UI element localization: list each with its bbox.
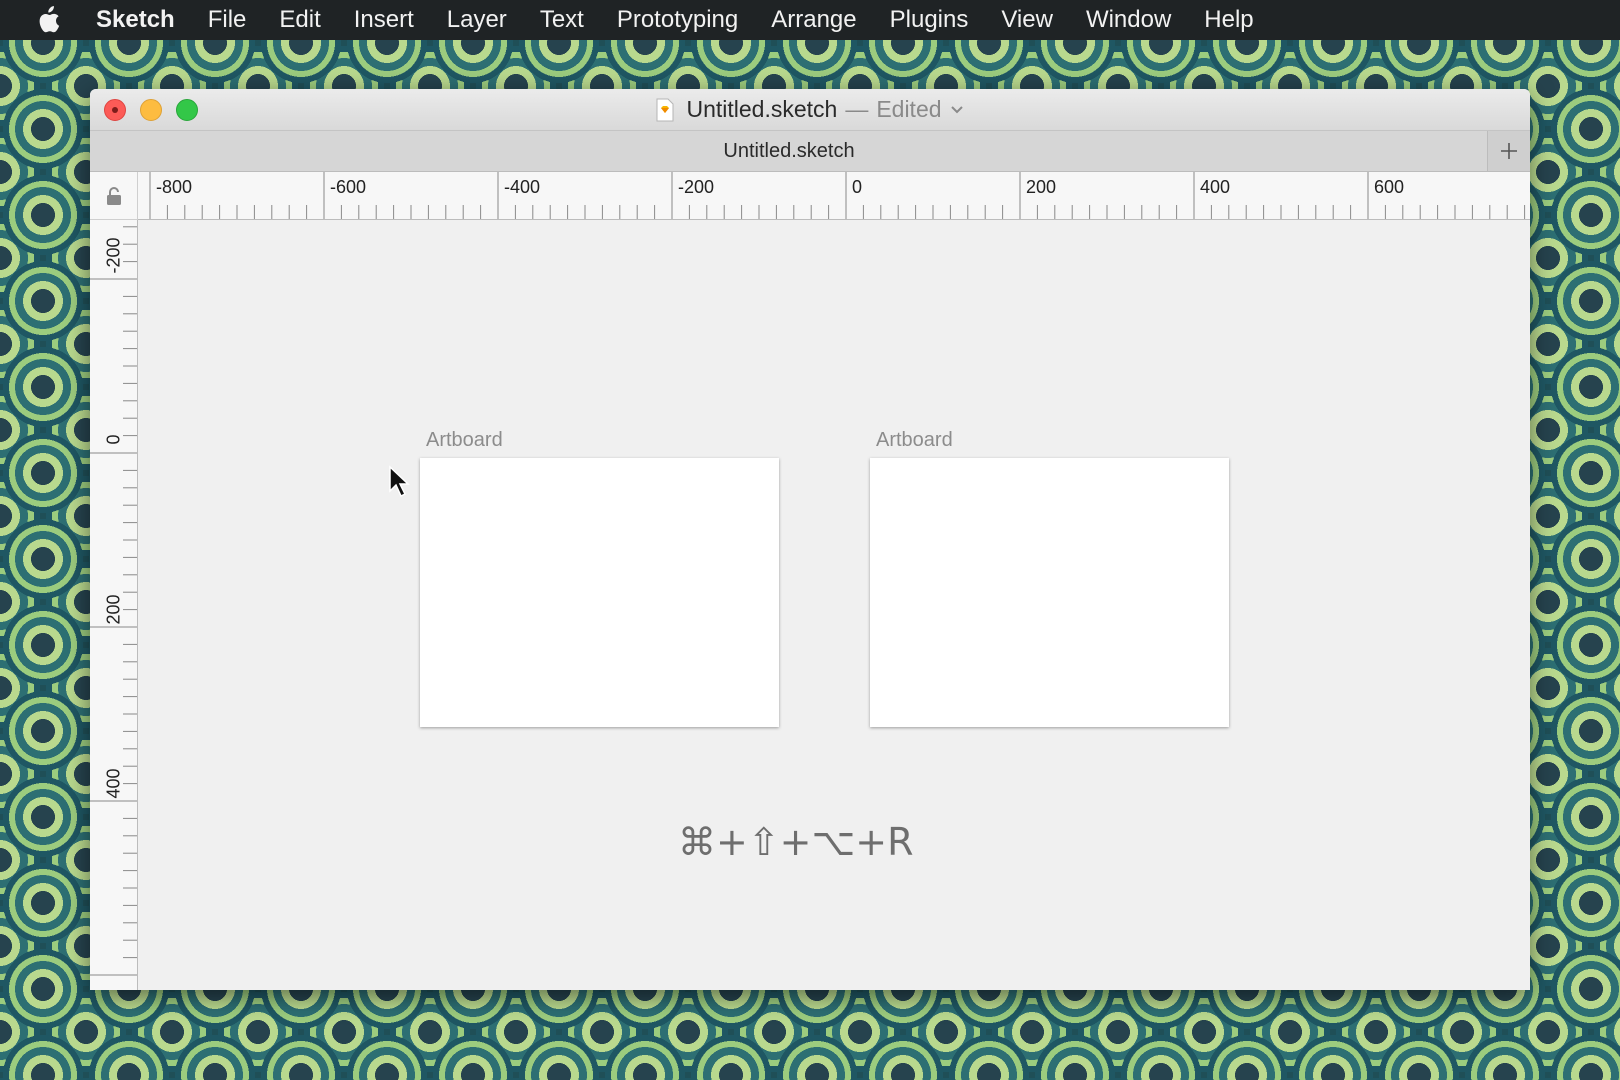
menu-help[interactable]: Help (1204, 6, 1253, 34)
menu-file[interactable]: File (208, 6, 247, 34)
ruler-h-label: -400 (504, 177, 541, 197)
edited-status[interactable]: Edited (876, 96, 941, 123)
menu-layer[interactable]: Layer (447, 6, 507, 34)
menu-text[interactable]: Text (540, 6, 584, 34)
menu-arrange[interactable]: Arrange (771, 6, 856, 34)
plus-icon (1501, 143, 1517, 159)
sketch-document-window: Untitled.sketch — Edited Untitled.sketch… (90, 89, 1530, 990)
pointer-cursor-icon (389, 465, 410, 498)
window-title: Untitled.sketch — Edited (90, 89, 1530, 130)
document-title: Untitled.sketch (686, 96, 838, 122)
design-canvas[interactable]: Artboard Artboard ⌘+⇧+⌥+R (138, 220, 1530, 990)
ruler-h-label: 0 (852, 177, 863, 197)
ruler-v-label: 200 (103, 594, 124, 625)
apple-icon[interactable] (36, 5, 62, 35)
ruler-h-label: 600 (1374, 177, 1405, 197)
menu-edit[interactable]: Edit (279, 6, 320, 34)
ruler-v-label: 0 (103, 434, 124, 445)
ruler-v-label: -200 (103, 237, 124, 274)
artboard[interactable] (870, 458, 1229, 727)
artboard-label[interactable]: Artboard (876, 429, 953, 452)
new-tab-button[interactable] (1487, 131, 1530, 171)
ruler-h-label: 400 (1200, 177, 1231, 197)
ruler-h-label: 200 (1026, 177, 1057, 197)
ruler-h-label: -800 (156, 177, 193, 197)
ruler-h-label: -600 (330, 177, 367, 197)
artboard[interactable] (420, 458, 779, 727)
menu-bar: Sketch File Edit Insert Layer Text Proto… (0, 0, 1620, 40)
ruler-corner (90, 172, 138, 220)
menu-view[interactable]: View (1001, 6, 1053, 34)
horizontal-ruler[interactable]: -800 -600 -400 -200 0 200 400 600 (138, 172, 1530, 220)
title-separator: — (845, 96, 869, 122)
menu-app-sketch[interactable]: Sketch (96, 6, 175, 34)
tab-bar: Untitled.sketch (90, 131, 1530, 172)
chevron-down-icon[interactable] (950, 105, 964, 115)
artboard-label[interactable]: Artboard (426, 429, 503, 452)
vertical-ruler[interactable]: -200 0 200 400 (90, 220, 138, 990)
ruler-h-label: -200 (678, 177, 715, 197)
sketch-document-icon (656, 98, 674, 121)
keyboard-shortcut-hint: ⌘+⇧+⌥+R (678, 820, 914, 864)
ruler-v-label: 400 (103, 768, 124, 799)
lock-icon[interactable] (106, 186, 122, 206)
menu-window[interactable]: Window (1086, 6, 1171, 34)
menu-plugins[interactable]: Plugins (890, 6, 969, 34)
menu-insert[interactable]: Insert (354, 6, 414, 34)
window-titlebar[interactable]: Untitled.sketch — Edited (90, 89, 1530, 131)
tab-untitled-sketch[interactable]: Untitled.sketch (90, 131, 1488, 171)
menu-prototyping[interactable]: Prototyping (617, 6, 738, 34)
